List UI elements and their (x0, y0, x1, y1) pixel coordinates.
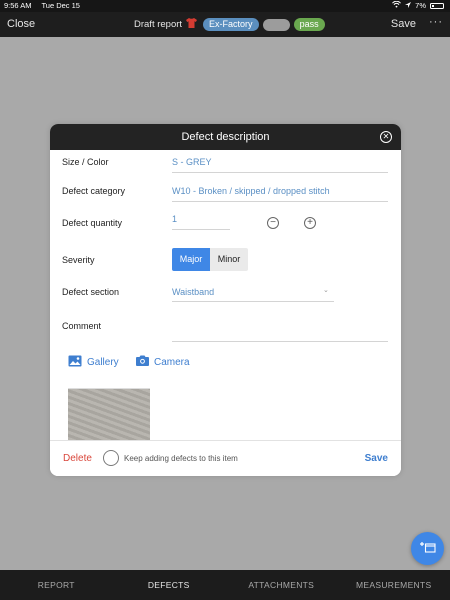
status-time: 9:56 AM (4, 1, 32, 10)
tab-defects[interactable]: DEFECTS (113, 570, 226, 600)
wifi-icon (392, 0, 402, 10)
defect-quantity-label: Defect quantity (62, 218, 123, 228)
defect-photo-thumbnail[interactable] (68, 388, 150, 440)
add-window-icon (419, 541, 436, 556)
decrement-icon[interactable]: − (267, 217, 279, 229)
add-defect-fab[interactable] (411, 532, 444, 565)
camera-button[interactable]: Camera (136, 355, 190, 369)
dialog-footer: Delete Keep adding defects to this item … (50, 440, 401, 476)
ex-factory-badge: Ex-Factory (203, 18, 259, 31)
battery-icon (430, 2, 444, 9)
size-color-label: Size / Color (62, 157, 109, 167)
bottom-tab-bar: REPORT DEFECTS ATTACHMENTS MEASUREMENTS (0, 570, 450, 600)
tab-attachments[interactable]: ATTACHMENTS (225, 570, 338, 600)
status-badge (262, 18, 290, 31)
pass-badge: pass (293, 18, 325, 31)
defect-category-underline (172, 201, 388, 202)
tab-report[interactable]: REPORT (0, 570, 113, 600)
defect-description-dialog: Defect description ✕ Size / Color S - GR… (50, 124, 401, 476)
camera-label: Camera (154, 356, 190, 368)
increment-icon[interactable]: + (304, 217, 316, 229)
dialog-save-button[interactable]: Save (365, 453, 388, 464)
shirt-icon (186, 18, 198, 31)
defect-section-label: Defect section (62, 287, 120, 297)
defect-section-select[interactable]: Waistband (172, 287, 214, 297)
defect-quantity-input[interactable]: 1 (172, 214, 177, 224)
comment-label: Comment (62, 321, 102, 331)
gallery-button[interactable]: Gallery (68, 355, 119, 370)
quantity-underline (172, 229, 230, 230)
gallery-label: Gallery (87, 357, 119, 368)
status-date: Tue Dec 15 (41, 1, 80, 10)
delete-button[interactable]: Delete (63, 453, 92, 464)
severity-label: Severity (62, 255, 95, 265)
status-bar: 9:56 AM Tue Dec 15 7% (0, 0, 450, 12)
dialog-title: Defect description (181, 131, 270, 143)
severity-toggle: Major Minor (172, 248, 248, 271)
dialog-header: Defect description ✕ (50, 124, 401, 150)
comment-underline (172, 341, 388, 342)
size-color-underline (172, 172, 388, 173)
tab-measurements[interactable]: MEASUREMENTS (338, 570, 450, 600)
location-icon (405, 1, 412, 10)
severity-minor-button[interactable]: Minor (210, 248, 248, 271)
camera-icon (136, 355, 149, 369)
keep-adding-label: Keep adding defects to this item (124, 454, 238, 463)
size-color-field[interactable]: S - GREY (172, 157, 212, 167)
defect-category-field[interactable]: W10 - Broken / skipped / dropped stitch (172, 186, 330, 196)
close-button[interactable]: Close (7, 18, 35, 30)
report-title: Draft report (134, 19, 183, 30)
severity-major-button[interactable]: Major (172, 248, 210, 271)
section-underline (172, 301, 334, 302)
close-icon[interactable]: ✕ (380, 131, 392, 143)
report-header: Draft report Ex-Factory pass (134, 18, 325, 31)
battery-percent: 7% (415, 1, 426, 10)
nav-save-button[interactable]: Save (391, 18, 416, 30)
chevron-down-icon[interactable]: ⌄ (323, 286, 329, 294)
more-menu-button[interactable]: ··· (429, 16, 443, 28)
keep-adding-radio[interactable] (103, 450, 119, 466)
gallery-icon (68, 355, 82, 370)
top-nav-bar: Close Draft report Ex-Factory pass Save … (0, 12, 450, 37)
defect-category-label: Defect category (62, 186, 126, 196)
